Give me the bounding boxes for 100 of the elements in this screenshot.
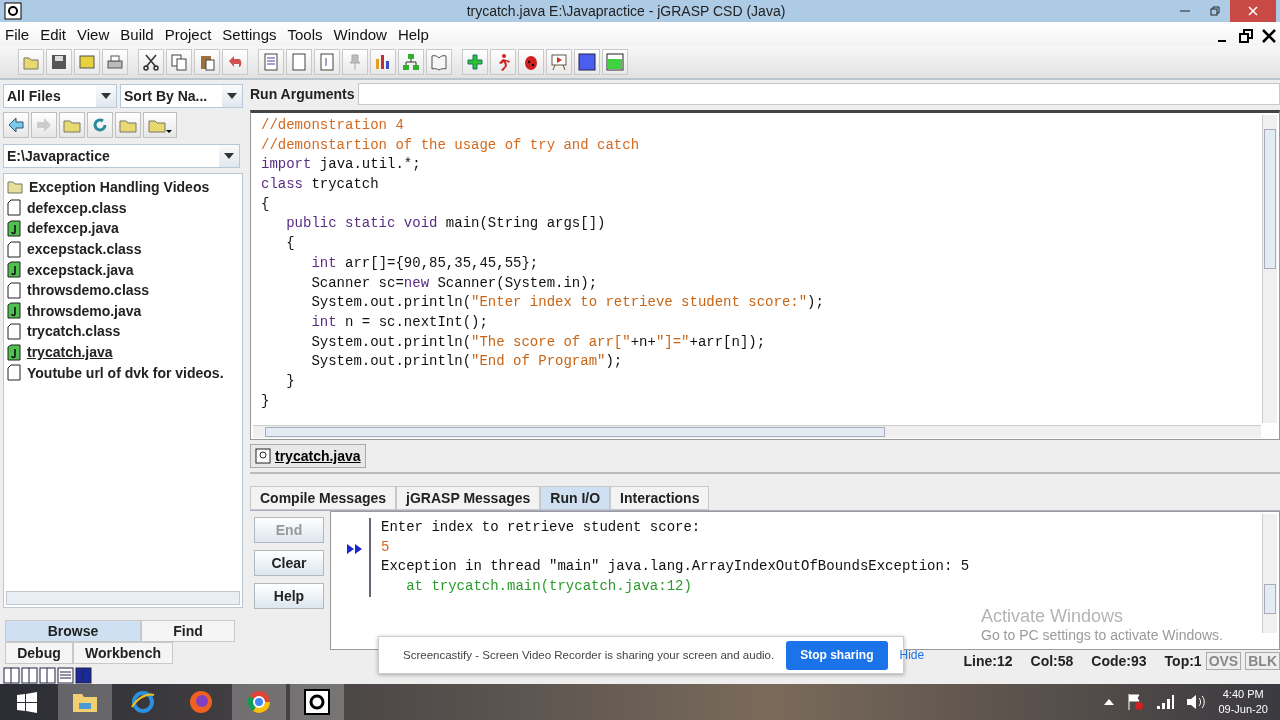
tree-entry[interactable]: throwsdemo.java	[7, 300, 239, 322]
document-icon	[290, 53, 308, 71]
dropdown-arrow-icon	[101, 93, 111, 99]
output-line: Exception in thread "main" java.lang.ArrayIndexOutOfBoundsException: 5	[381, 557, 970, 577]
tree-entry[interactable]: defexcep.class	[7, 197, 239, 219]
layout-icon[interactable]	[3, 667, 20, 684]
tree-entry[interactable]: trycatch.class	[7, 321, 239, 342]
panel-tab[interactable]: Browse	[5, 620, 141, 642]
toolbar-button[interactable]	[518, 49, 544, 75]
menu-item[interactable]: View	[76, 25, 117, 43]
file-icon	[7, 240, 21, 258]
menu-item[interactable]: Build	[119, 25, 161, 43]
run-button[interactable]: Help	[254, 583, 324, 609]
list-icon[interactable]	[57, 667, 74, 684]
file-tab[interactable]: trycatch.java	[250, 444, 366, 468]
restore-icon	[1210, 6, 1220, 16]
hide-link[interactable]: Hide	[899, 648, 925, 662]
code-line: int n = sc.nextInt();	[310, 312, 489, 332]
code-line: //demonstartion of the usage of try and catch	[261, 135, 641, 155]
run-button[interactable]: Clear	[254, 550, 324, 576]
layout-icon[interactable]	[39, 667, 56, 684]
file-icon	[7, 364, 21, 382]
toolbar-button[interactable]	[194, 49, 220, 75]
message-tab[interactable]: jGRASP Messages	[396, 486, 541, 510]
presentation-icon	[550, 53, 568, 71]
code-line: //demonstration 4	[261, 116, 405, 135]
right-arrow-icon	[35, 116, 53, 134]
file-icon	[7, 322, 21, 340]
java-file-icon	[7, 220, 21, 237]
refresh-icon	[91, 116, 109, 134]
save-icon	[50, 53, 68, 71]
stop-sharing-button[interactable]: Stop sharing	[786, 640, 888, 670]
horizontal-scrollbar[interactable]	[253, 425, 1261, 438]
menu-item[interactable]: Settings	[221, 25, 284, 43]
top-indicator: Top:1	[1164, 653, 1202, 669]
windows-logo-icon	[16, 691, 38, 713]
column-indicator: Col:58	[1030, 653, 1074, 669]
hierarchy-icon	[402, 53, 420, 71]
code-line: class trycatch	[261, 175, 380, 195]
taskbar-app[interactable]	[290, 684, 344, 720]
tree-entry[interactable]: excepstack.class	[7, 238, 239, 260]
dropdown-arrow-icon	[227, 93, 237, 99]
globe-icon	[130, 689, 156, 715]
signal-icon[interactable]	[1156, 694, 1175, 710]
message-tab[interactable]: Run I/O	[540, 486, 611, 510]
file-icon	[7, 281, 21, 299]
tree-entry[interactable]: Exception Handling Videos	[7, 177, 239, 198]
layout-icon[interactable]	[21, 667, 38, 684]
message-tab[interactable]: Interactions	[610, 486, 710, 510]
left-arrow-icon	[7, 116, 25, 134]
plus-icon	[466, 53, 484, 71]
panel-tab[interactable]: Workbench	[73, 642, 173, 664]
refresh-button[interactable]	[87, 112, 113, 138]
tree-entry[interactable]: throwsdemo.class	[7, 279, 239, 301]
code-line: }	[285, 371, 296, 391]
code-line: }	[261, 391, 271, 411]
windows-icon[interactable]	[75, 667, 92, 684]
path-dropdown[interactable]: E:\Javapractice	[3, 144, 240, 168]
toolbar-button[interactable]	[46, 49, 72, 75]
menu-item[interactable]: File	[4, 25, 37, 43]
code-editor[interactable]	[250, 110, 1280, 440]
paste-icon	[198, 53, 216, 71]
cut-icon	[142, 53, 160, 71]
toolbar-button[interactable]	[370, 49, 396, 75]
message-tab[interactable]: Compile Messages	[250, 486, 397, 510]
menu-item[interactable]: Tools	[286, 25, 330, 43]
code-line: {	[285, 234, 296, 254]
menu-item[interactable]: Help	[396, 25, 436, 43]
menu-item[interactable]: Window	[332, 25, 394, 43]
toolbar-button[interactable]	[138, 49, 164, 75]
tree-entry[interactable]: defexcep.java	[7, 218, 239, 239]
new-folder-button[interactable]	[115, 112, 141, 138]
toolbar-button[interactable]	[490, 49, 516, 75]
panel-tab[interactable]: Debug	[5, 642, 73, 664]
window-title: trycatch.java E:\Javapractice - jGRASP CSD (Java)	[465, 3, 787, 19]
toolbar-button[interactable]	[574, 49, 600, 75]
horizontal-scrollbar[interactable]	[6, 591, 240, 605]
copy-icon	[170, 53, 188, 71]
caret-up-icon[interactable]	[1104, 698, 1115, 706]
window-icon	[606, 53, 624, 71]
flag-icon[interactable]	[1126, 693, 1145, 711]
sort-dropdown[interactable]: Sort By Na...	[120, 84, 243, 108]
file-filter-dropdown[interactable]: All Files	[3, 84, 117, 108]
folder-menu-button[interactable]	[143, 112, 177, 138]
panel-tab[interactable]: Find	[141, 620, 235, 642]
run-arguments-field[interactable]	[358, 83, 1280, 105]
vertical-scrollbar[interactable]	[1262, 115, 1277, 423]
speaker-icon[interactable]	[1186, 694, 1207, 710]
menu-item[interactable]: Project	[163, 25, 219, 43]
vertical-scrollbar[interactable]	[1262, 514, 1277, 633]
input-marker-icon	[347, 544, 363, 554]
back-button[interactable]	[3, 112, 29, 138]
menu-item[interactable]: Edit	[39, 25, 74, 43]
bar-chart-icon	[374, 53, 392, 71]
up-folder-button[interactable]	[59, 112, 85, 138]
code-line: System.out.println("End of Program");	[310, 352, 624, 372]
tree-entry[interactable]: trycatch.java	[7, 341, 239, 363]
tree-entry[interactable]: excepstack.java	[7, 259, 239, 280]
output-line: at trycatch.main(trycatch.java:12)	[405, 577, 693, 597]
tree-entry[interactable]: Youtube url of dvk for videos.	[7, 362, 239, 383]
